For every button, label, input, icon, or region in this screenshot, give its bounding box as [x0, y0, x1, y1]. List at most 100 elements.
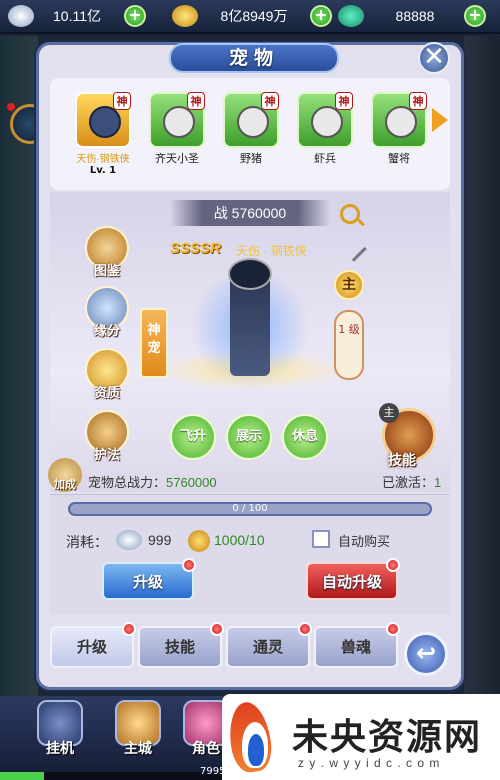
display-button[interactable]: 展示	[226, 414, 272, 460]
scroll-right-arrow-icon[interactable]	[432, 108, 448, 132]
logo-flame-inner	[248, 734, 264, 766]
nav-idle-label: 挂机	[46, 741, 74, 757]
close-button[interactable]: ✕	[418, 42, 450, 74]
pet-portrait: 神	[371, 92, 427, 148]
pet-item[interactable]: 神 野猪	[220, 92, 282, 166]
panel-title: 宠物	[169, 43, 339, 73]
silver-cost: 999	[148, 532, 172, 548]
codex-button[interactable]: 图鉴	[78, 226, 136, 279]
watermark-url: z y . w y y i d c . c o m	[298, 756, 441, 770]
tab-spirit[interactable]: 通灵	[226, 626, 310, 668]
gold-coin-icon	[188, 530, 210, 552]
tab-upgrade[interactable]: 升级	[50, 626, 134, 668]
bonus-button[interactable]: 加成	[48, 458, 82, 492]
nav-idle[interactable]: 挂机	[30, 700, 90, 758]
pet-face-icon	[311, 106, 343, 138]
jade-amount: 88888	[395, 8, 435, 24]
divine-badge: 神	[335, 92, 353, 110]
back-button[interactable]: ↩	[404, 632, 448, 676]
total-power: 宠物总战力：5760000	[88, 472, 217, 491]
pet-level-tag: 1 级	[334, 310, 364, 380]
pet-face-icon	[89, 106, 121, 138]
add-silver-button[interactable]: +	[124, 5, 146, 27]
main-skill-badge: 主	[379, 403, 399, 423]
tab-skill-dot	[210, 622, 224, 636]
silver-amount: 10.11亿	[53, 8, 101, 24]
gold-ingot-icon	[172, 5, 198, 27]
total-power-value: 5760000	[166, 475, 217, 490]
tab-beast-soul[interactable]: 兽魂	[314, 626, 398, 668]
pet-face-icon	[237, 106, 269, 138]
pet-item[interactable]: 神 虾兵	[294, 92, 356, 166]
divine-badge: 神	[409, 92, 427, 110]
auto-upgrade-button[interactable]: 自动升级	[306, 562, 398, 600]
pet-power: 战 5760000	[170, 200, 330, 226]
pet-list: 神 天伤·钢铁侠 Lv. 1 神 齐天小圣 神 野猪 神 虾兵 神 蟹将	[50, 78, 450, 190]
auto-upgrade-notice-dot	[386, 558, 400, 572]
pet-name: 野猪	[240, 153, 262, 165]
aptitude-label: 资质	[93, 386, 120, 401]
jade-token-icon	[338, 5, 364, 27]
fate-button[interactable]: 缘分	[78, 286, 136, 339]
auto-buy-checkbox[interactable]	[312, 530, 330, 548]
divine-pet-tag[interactable]: 神宠	[140, 308, 168, 378]
pet-face-icon	[163, 106, 195, 138]
pet-portrait: 神	[223, 92, 279, 148]
jade-resource: 88888 +	[338, 3, 486, 29]
pet-head	[228, 258, 272, 290]
add-gold-button[interactable]: +	[310, 5, 332, 27]
watermark-text: 未央资源网	[292, 716, 483, 758]
gold-amount: 8亿8949万	[220, 8, 288, 24]
pet-portrait: 神	[149, 92, 205, 148]
aptitude-button[interactable]: 资质	[78, 348, 136, 401]
tab-skill[interactable]: 技能	[138, 626, 222, 668]
pet-portrait: 神	[297, 92, 353, 148]
tab-beast-soul-dot	[386, 622, 400, 636]
pet-item-selected[interactable]: 神 天伤·钢铁侠 Lv. 1	[72, 92, 134, 176]
divine-badge: 神	[261, 92, 279, 110]
pet-name: 齐天小圣	[155, 153, 199, 165]
silver-ingot-icon	[116, 530, 142, 550]
pet-level: Lv. 1	[89, 165, 117, 176]
nav-main-city-label: 主城	[124, 741, 152, 757]
fate-label: 缘分	[93, 324, 120, 339]
guardian-label: 护法	[93, 448, 120, 463]
background-right	[464, 36, 500, 696]
gold-cost: 1000/10	[214, 532, 265, 548]
player-xp-fill	[0, 772, 44, 780]
activated-count: 已激活：1	[382, 472, 441, 491]
pet-face-icon	[385, 106, 417, 138]
pet-item[interactable]: 神 蟹将	[368, 92, 430, 166]
upgrade-button[interactable]: 升级	[102, 562, 194, 600]
codex-label: 图鉴	[93, 264, 120, 279]
magnifier-icon[interactable]	[340, 204, 360, 224]
rank-label: SSSSR	[170, 240, 221, 257]
pet-portrait: 神	[75, 92, 131, 148]
divine-badge: 神	[187, 92, 205, 110]
gold-resource: 8亿8949万 +	[172, 3, 332, 29]
main-pet-badge[interactable]: 主	[334, 270, 364, 300]
pet-name: 虾兵	[314, 153, 336, 165]
watermark-logo	[225, 699, 282, 775]
rest-button[interactable]: 休息	[282, 414, 328, 460]
upgrade-notice-dot	[182, 558, 196, 572]
nav-main-city[interactable]: 主城	[108, 700, 168, 758]
activated-value: 1	[434, 475, 442, 490]
guardian-button[interactable]: 护法	[78, 410, 136, 463]
total-power-label: 宠物总战力：	[88, 475, 167, 490]
divine-badge: 神	[113, 92, 131, 110]
tab-upgrade-dot	[122, 622, 136, 636]
ascend-button[interactable]: 飞升	[170, 414, 216, 460]
activated-label: 已激活：	[382, 475, 435, 490]
pet-name: 天伤·钢铁侠	[76, 154, 130, 165]
tab-spirit-dot	[298, 622, 312, 636]
cost-label: 消耗：	[66, 534, 108, 550]
silver-resource: 10.11亿 +	[8, 3, 146, 29]
add-jade-button[interactable]: +	[464, 5, 486, 27]
panel-title-text: 宠物	[228, 47, 279, 69]
exp-progress-bar: 0 / 100	[68, 502, 432, 516]
pet-item[interactable]: 神 齐天小圣	[146, 92, 208, 166]
exp-progress-text: 0 / 100	[232, 503, 268, 514]
notification-dot	[7, 103, 15, 111]
skill-label: 技能	[388, 453, 416, 469]
